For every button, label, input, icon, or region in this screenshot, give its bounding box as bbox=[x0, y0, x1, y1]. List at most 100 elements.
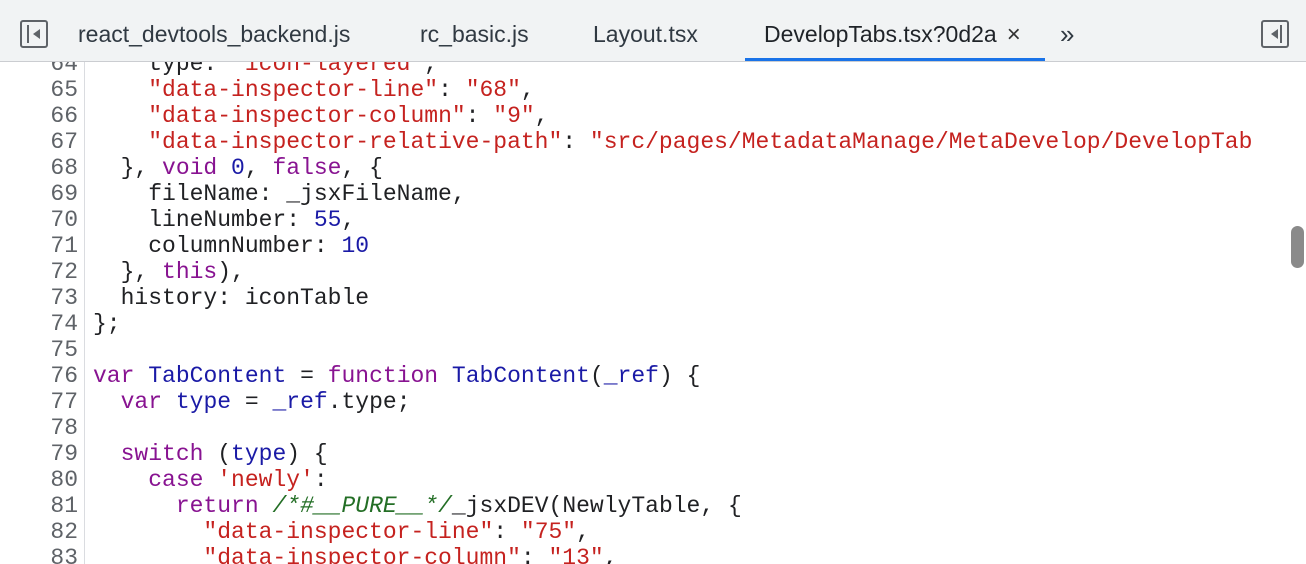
code-text: lineNumber: 55, bbox=[93, 207, 355, 233]
code-token: false bbox=[272, 155, 342, 181]
code-line: 75 bbox=[0, 337, 1306, 363]
line-number[interactable]: 72 bbox=[0, 259, 78, 285]
code-token: switch bbox=[120, 441, 204, 467]
tab-react-devtools-backend[interactable]: react_devtools_backend.js bbox=[78, 0, 350, 61]
code-line: 72 }, this), bbox=[0, 259, 1306, 285]
line-number[interactable]: 81 bbox=[0, 493, 78, 519]
more-tabs-icon[interactable]: » bbox=[1060, 0, 1074, 62]
code-token: "9" bbox=[493, 103, 535, 129]
code-token: , bbox=[534, 103, 549, 129]
tab-label: react_devtools_backend.js bbox=[78, 21, 351, 47]
gutter-divider bbox=[84, 363, 85, 389]
code-token: _jsxDEV(NewlyTable, { bbox=[451, 493, 742, 519]
line-number[interactable]: 65 bbox=[0, 77, 78, 103]
line-number[interactable]: 64 bbox=[0, 62, 78, 77]
line-number[interactable]: 66 bbox=[0, 103, 78, 129]
code-text: "data-inspector-line": "75", bbox=[93, 519, 590, 545]
line-number[interactable]: 74 bbox=[0, 311, 78, 337]
code-token: 'newly' bbox=[217, 467, 314, 493]
code-token: "data-inspector-column" bbox=[203, 545, 521, 564]
code-text: var type = _ref.type; bbox=[93, 389, 411, 415]
line-number[interactable]: 70 bbox=[0, 207, 78, 233]
code-token: }; bbox=[93, 311, 121, 337]
gutter-divider bbox=[84, 103, 85, 129]
gutter-divider bbox=[84, 519, 85, 545]
code-token: : bbox=[520, 545, 549, 564]
line-number[interactable]: 77 bbox=[0, 389, 78, 415]
line-number[interactable]: 79 bbox=[0, 441, 78, 467]
line-number[interactable]: 73 bbox=[0, 285, 78, 311]
code-line: 81 return /*#__PURE__*/_jsxDEV(NewlyTabl… bbox=[0, 493, 1306, 519]
line-number[interactable]: 83 bbox=[0, 545, 78, 564]
code-token: lineNumber: bbox=[93, 207, 314, 233]
code-text: "data-inspector-column": "9", bbox=[93, 103, 549, 129]
code-editor[interactable]: 64 type: "icon-layered", 65 "data-inspect… bbox=[0, 62, 1306, 564]
code-text: "data-inspector-column": "13", bbox=[93, 545, 617, 564]
code-text: type: "icon-layered", bbox=[93, 62, 438, 77]
code-line: 68 }, void 0, false, { bbox=[0, 155, 1306, 181]
code-token: "src/pages/MetadataManage/MetaDevelop/De… bbox=[589, 129, 1253, 155]
code-token: 0 bbox=[231, 155, 245, 181]
code-line: 83 "data-inspector-column": "13", bbox=[0, 545, 1306, 564]
code-token: , bbox=[424, 62, 439, 77]
code-text: }; bbox=[93, 311, 121, 337]
vertical-scrollbar-thumb[interactable] bbox=[1291, 226, 1304, 268]
code-token: this bbox=[162, 259, 218, 285]
code-token: .type; bbox=[327, 389, 411, 415]
code-line: 70 lineNumber: 55, bbox=[0, 207, 1306, 233]
code-line: 77 var type = _ref.type; bbox=[0, 389, 1306, 415]
code-token: _ref bbox=[603, 363, 659, 389]
line-number[interactable]: 67 bbox=[0, 129, 78, 155]
code-line: 79 switch (type) { bbox=[0, 441, 1306, 467]
code-token: var bbox=[120, 389, 163, 415]
toggle-navigator-icon[interactable] bbox=[20, 20, 48, 48]
code-text: var TabContent = function TabContent(_re… bbox=[93, 363, 700, 389]
code-token: function bbox=[327, 363, 439, 389]
code-token: , { bbox=[341, 155, 383, 181]
code-text: fileName: _jsxFileName, bbox=[93, 181, 466, 207]
tab-rc-basic[interactable]: rc_basic.js bbox=[420, 0, 529, 61]
code-line: 80 case 'newly': bbox=[0, 467, 1306, 493]
code-token: type: bbox=[93, 62, 232, 77]
gutter-divider bbox=[84, 415, 85, 441]
line-number[interactable]: 80 bbox=[0, 467, 78, 493]
code-line: 65 "data-inspector-line": "68", bbox=[0, 77, 1306, 103]
gutter-divider bbox=[84, 259, 85, 285]
code-token: "data-inspector-column" bbox=[148, 103, 466, 129]
line-number[interactable]: 76 bbox=[0, 363, 78, 389]
gutter-divider bbox=[84, 233, 85, 259]
code-token: ( bbox=[589, 363, 604, 389]
gutter-divider bbox=[84, 62, 85, 77]
code-token: columnNumber: bbox=[93, 233, 342, 259]
code-token: /*#__PURE__*/ bbox=[272, 493, 452, 519]
tab-label: DevelopTabs.tsx?0d2a bbox=[764, 21, 997, 47]
code-text: }, void 0, false, { bbox=[93, 155, 383, 181]
code-lines: 64 type: "icon-layered", 65 "data-inspect… bbox=[0, 62, 1306, 564]
code-token: 10 bbox=[341, 233, 370, 259]
line-number[interactable]: 69 bbox=[0, 181, 78, 207]
tab-layout[interactable]: Layout.tsx bbox=[593, 0, 698, 61]
code-token: "75" bbox=[520, 519, 577, 545]
tab-develop-tabs[interactable]: DevelopTabs.tsx?0d2a × bbox=[745, 0, 1045, 61]
code-token: "data-inspector-line" bbox=[203, 519, 494, 545]
code-token: ) { bbox=[658, 363, 701, 389]
code-token: return bbox=[175, 493, 259, 519]
code-token: _ref bbox=[272, 389, 328, 415]
code-token: fileName: _jsxFileName, bbox=[93, 181, 466, 207]
close-icon[interactable]: × bbox=[1007, 21, 1021, 48]
line-number[interactable]: 82 bbox=[0, 519, 78, 545]
line-number[interactable]: 71 bbox=[0, 233, 78, 259]
line-number[interactable]: 68 bbox=[0, 155, 78, 181]
code-text: switch (type) { bbox=[93, 441, 328, 467]
toggle-debugger-icon[interactable] bbox=[1261, 20, 1289, 48]
line-number[interactable]: 78 bbox=[0, 415, 78, 441]
line-number[interactable]: 75 bbox=[0, 337, 78, 363]
code-token: ) { bbox=[286, 441, 328, 467]
